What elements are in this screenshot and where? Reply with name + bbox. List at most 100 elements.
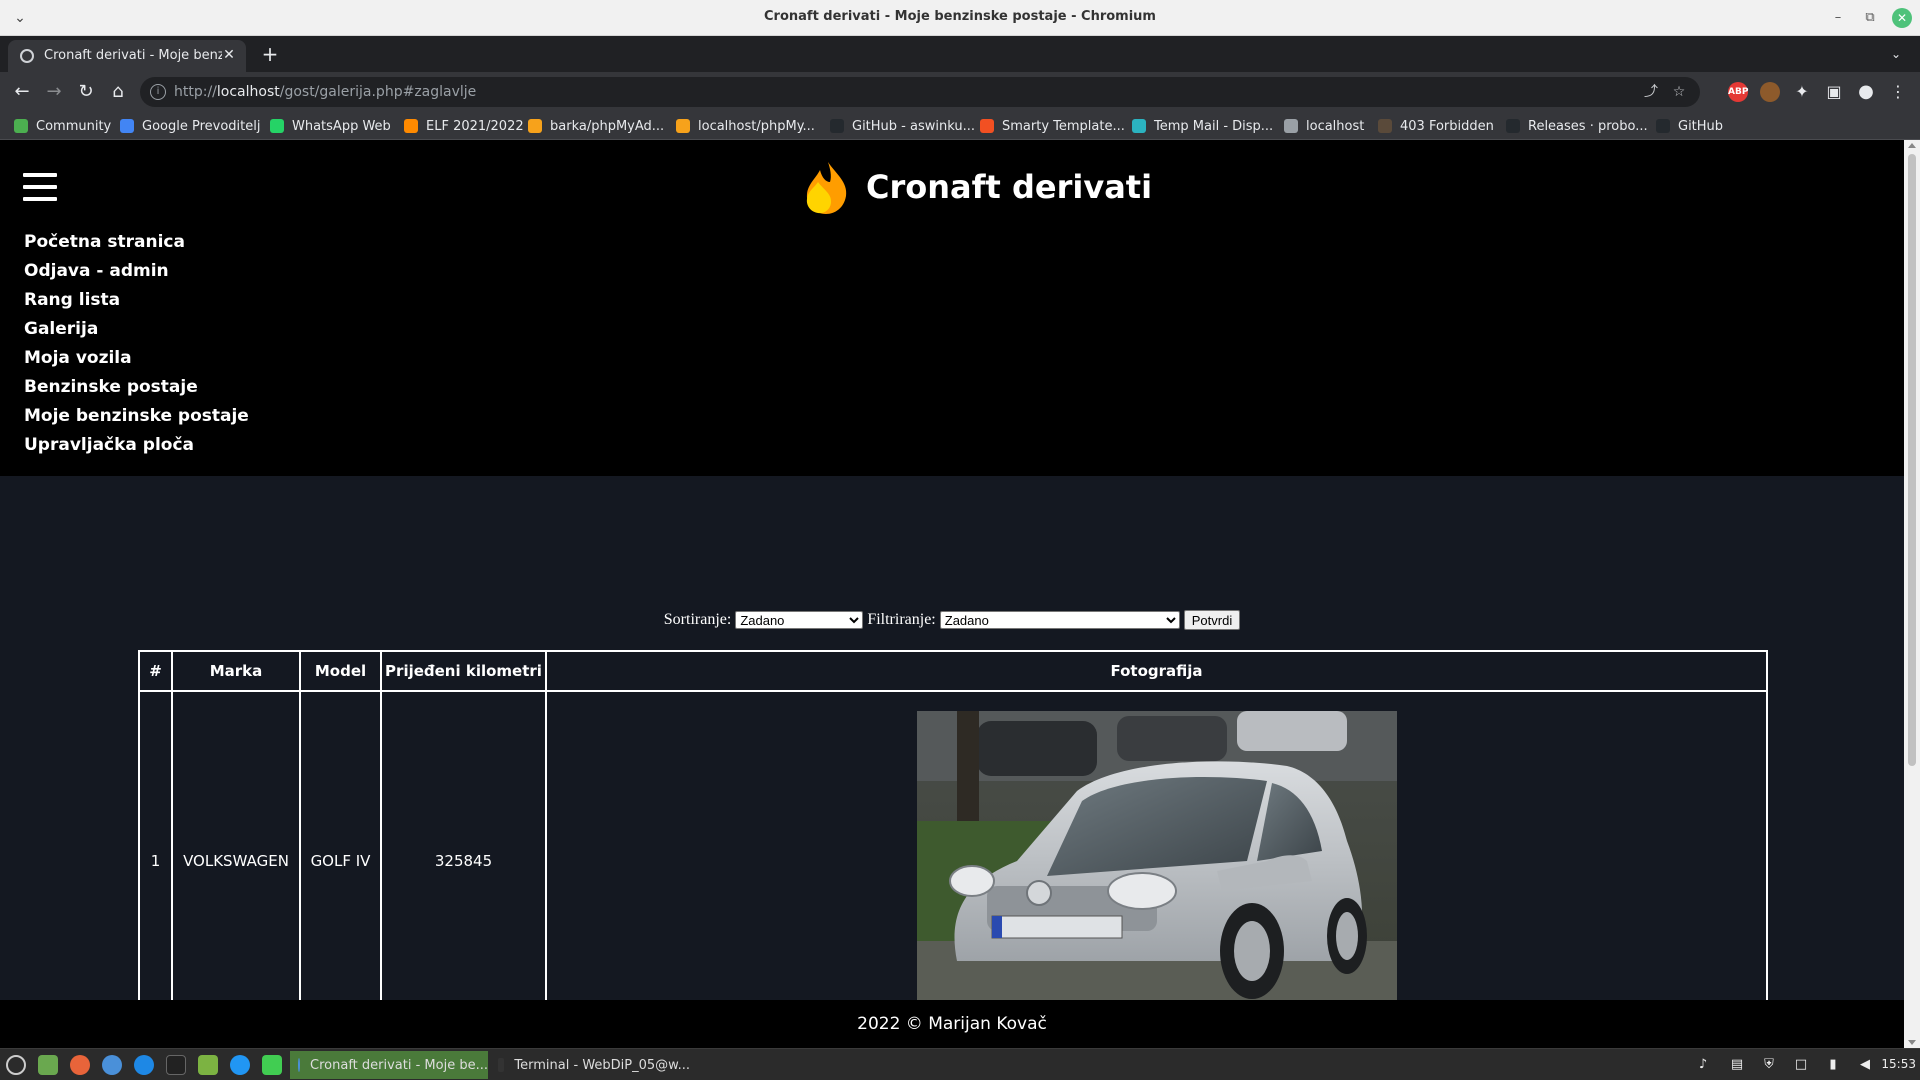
nav-link-rang-lista[interactable]: Rang lista <box>24 290 249 319</box>
url-path: /gost/galerija.php#zaglavlje <box>279 84 477 100</box>
cell-km: 325845 <box>380 690 547 1032</box>
bookmark-favicon-icon <box>270 119 284 133</box>
home-button[interactable]: ⌂ <box>106 80 130 104</box>
browser-tab[interactable]: Cronaft derivati - Moje benzinske postaj… <box>8 40 246 72</box>
site-header: Cronaft derivati Početna stranica Odjava… <box>0 140 1904 476</box>
share-icon[interactable]: ⤴ <box>1642 83 1660 101</box>
filter-select[interactable]: Zadano <box>939 611 1180 629</box>
firefox-icon[interactable] <box>70 1055 90 1075</box>
cell-number: 1 <box>138 690 173 1032</box>
tab-search-chevron-icon[interactable]: ⌄ <box>1886 44 1906 64</box>
scroll-down-arrow-icon[interactable] <box>1908 1040 1916 1045</box>
site-footer: 2022 © Marijan Kovač <box>0 1000 1904 1048</box>
tab-strip: Cronaft derivati - Moje benzinske postaj… <box>0 36 1920 72</box>
bookmark-favicon-icon <box>1132 119 1146 133</box>
bookmark-item[interactable]: Temp Mail - Disp... <box>1132 117 1273 135</box>
bookmark-label: barka/phpMyAd... <box>550 118 665 134</box>
column-header-number: # <box>138 650 173 692</box>
battery-icon[interactable]: ▮ <box>1824 1056 1842 1074</box>
submit-button[interactable]: Potvrdi <box>1183 610 1241 630</box>
nav-link-moja-vozila[interactable]: Moja vozila <box>24 348 249 377</box>
terminal-icon[interactable] <box>166 1055 186 1075</box>
nav-link-moje-benzinske-postaje[interactable]: Moje benzinske postaje <box>24 406 249 435</box>
column-header-km: Prijeđeni kilometri <box>380 650 547 692</box>
taskbar-task-chromium[interactable]: Cronaft derivati - Moje be... <box>290 1051 488 1079</box>
reload-button[interactable]: ↻ <box>74 80 98 104</box>
back-button[interactable]: ← <box>10 80 34 104</box>
bookmark-item[interactable]: GitHub - aswinku... <box>830 117 975 135</box>
nav-link-upravljacka-ploca[interactable]: Upravljačka ploča <box>24 435 249 464</box>
maximize-button[interactable]: ⧉ <box>1860 8 1880 28</box>
car-photo-image[interactable] <box>916 711 1397 1011</box>
tab-close-icon[interactable]: ✕ <box>220 46 238 64</box>
bookmark-item[interactable]: ELF 2021/2022 <box>404 117 524 135</box>
bookmark-item[interactable]: Releases · probo... <box>1506 117 1648 135</box>
extension-icon[interactable] <box>1760 82 1780 102</box>
bookmark-item[interactable]: localhost/phpMy... <box>676 117 815 135</box>
address-url[interactable]: http://localhost/gost/galerija.php#zagla… <box>174 84 476 100</box>
tab-title: Cronaft derivati - Moje benzinske postaj… <box>44 48 222 63</box>
adblock-extension-icon[interactable]: ABP <box>1728 82 1748 102</box>
shield-icon[interactable]: ⛨ <box>1760 1056 1778 1074</box>
bookmark-item[interactable]: barka/phpMyAd... <box>528 117 664 135</box>
nav-link-odjava[interactable]: Odjava - admin <box>24 261 249 290</box>
chromium-task-icon <box>298 1058 301 1072</box>
bookmark-favicon-icon <box>120 119 134 133</box>
hamburger-menu-icon[interactable] <box>23 173 57 201</box>
start-menu-icon[interactable] <box>6 1055 26 1075</box>
site-logo[interactable]: Cronaft derivati <box>802 160 1152 216</box>
browser-menu-icon[interactable]: ⋮ <box>1886 80 1910 104</box>
taskbar-task-terminal[interactable]: Terminal - WebDiP_05@w... <box>490 1051 690 1079</box>
footer-copyright: 2022 © Marijan Kovač <box>857 1014 1047 1034</box>
terminal-task-icon <box>498 1058 505 1072</box>
clipboard-icon[interactable]: ▤ <box>1728 1056 1746 1074</box>
new-tab-button[interactable]: + <box>258 42 282 66</box>
bookmark-label: localhost/phpMy... <box>698 118 815 134</box>
cell-brand: VOLKSWAGEN <box>171 690 301 1032</box>
bookmark-favicon-icon <box>1506 119 1520 133</box>
url-host: localhost <box>216 84 280 100</box>
sort-filter-form: Sortiranje: Zadano Filtriranje: Zadano P… <box>0 610 1904 630</box>
close-window-button[interactable]: ✕ <box>1892 8 1912 28</box>
bookmark-star-icon[interactable]: ☆ <box>1670 83 1688 101</box>
bookmark-item[interactable]: 403 Forbidden <box>1378 117 1494 135</box>
bookmark-item[interactable]: Community <box>14 117 111 135</box>
taskbar-clock: 15:53 <box>1881 1057 1916 1071</box>
files-icon[interactable] <box>198 1055 218 1075</box>
bookmark-favicon-icon <box>404 119 418 133</box>
page-scrollbar[interactable] <box>1904 140 1920 1048</box>
volume-icon[interactable]: ◀ <box>1856 1056 1874 1074</box>
minimize-button[interactable]: – <box>1828 8 1848 28</box>
scrollbar-thumb[interactable] <box>1908 154 1916 766</box>
side-panel-icon[interactable]: ▣ <box>1822 80 1846 104</box>
nav-link-pocetna[interactable]: Početna stranica <box>24 232 249 261</box>
bookmark-item[interactable]: Smarty Template... <box>980 117 1125 135</box>
nav-link-galerija[interactable]: Galerija <box>24 319 249 348</box>
table-header-row: # Marka Model Prijeđeni kilometri Fotogr… <box>138 650 1768 692</box>
window-title: Cronaft derivati - Moje benzinske postaj… <box>764 9 1156 24</box>
bookmark-item[interactable]: GitHub <box>1656 117 1723 135</box>
bookmark-item[interactable]: localhost <box>1284 117 1364 135</box>
bookmark-item[interactable]: WhatsApp Web <box>270 117 391 135</box>
sort-select[interactable]: Zadano <box>735 611 864 629</box>
extensions-puzzle-icon[interactable]: ✦ <box>1790 80 1814 104</box>
profile-avatar-icon[interactable]: ● <box>1854 80 1878 104</box>
nav-link-benzinske-postaje[interactable]: Benzinske postaje <box>24 377 249 406</box>
chromium-icon[interactable] <box>102 1055 122 1075</box>
site-info-icon[interactable]: i <box>150 84 166 100</box>
qt-creator-icon[interactable] <box>262 1055 282 1075</box>
url-prefix: http:// <box>174 84 217 100</box>
network-icon[interactable]: □ <box>1792 1056 1810 1074</box>
notification-bell-icon[interactable]: ♪ <box>1694 1056 1712 1074</box>
forward-button[interactable]: → <box>42 80 66 104</box>
bookmark-favicon-icon <box>1378 119 1392 133</box>
bookmark-item[interactable]: Google Prevoditelj <box>120 117 260 135</box>
scroll-up-arrow-icon[interactable] <box>1908 143 1916 148</box>
onedrive-icon[interactable] <box>134 1055 154 1075</box>
bookmark-label: localhost <box>1306 118 1365 134</box>
cell-photo <box>545 690 1768 1032</box>
address-bar[interactable]: i http://localhost/gost/galerija.php#zag… <box>140 77 1700 107</box>
vscode-icon[interactable] <box>230 1055 250 1075</box>
vehicle-gallery-table: # Marka Model Prijeđeni kilometri Fotogr… <box>138 650 1768 1032</box>
show-desktop-icon[interactable] <box>38 1055 58 1075</box>
